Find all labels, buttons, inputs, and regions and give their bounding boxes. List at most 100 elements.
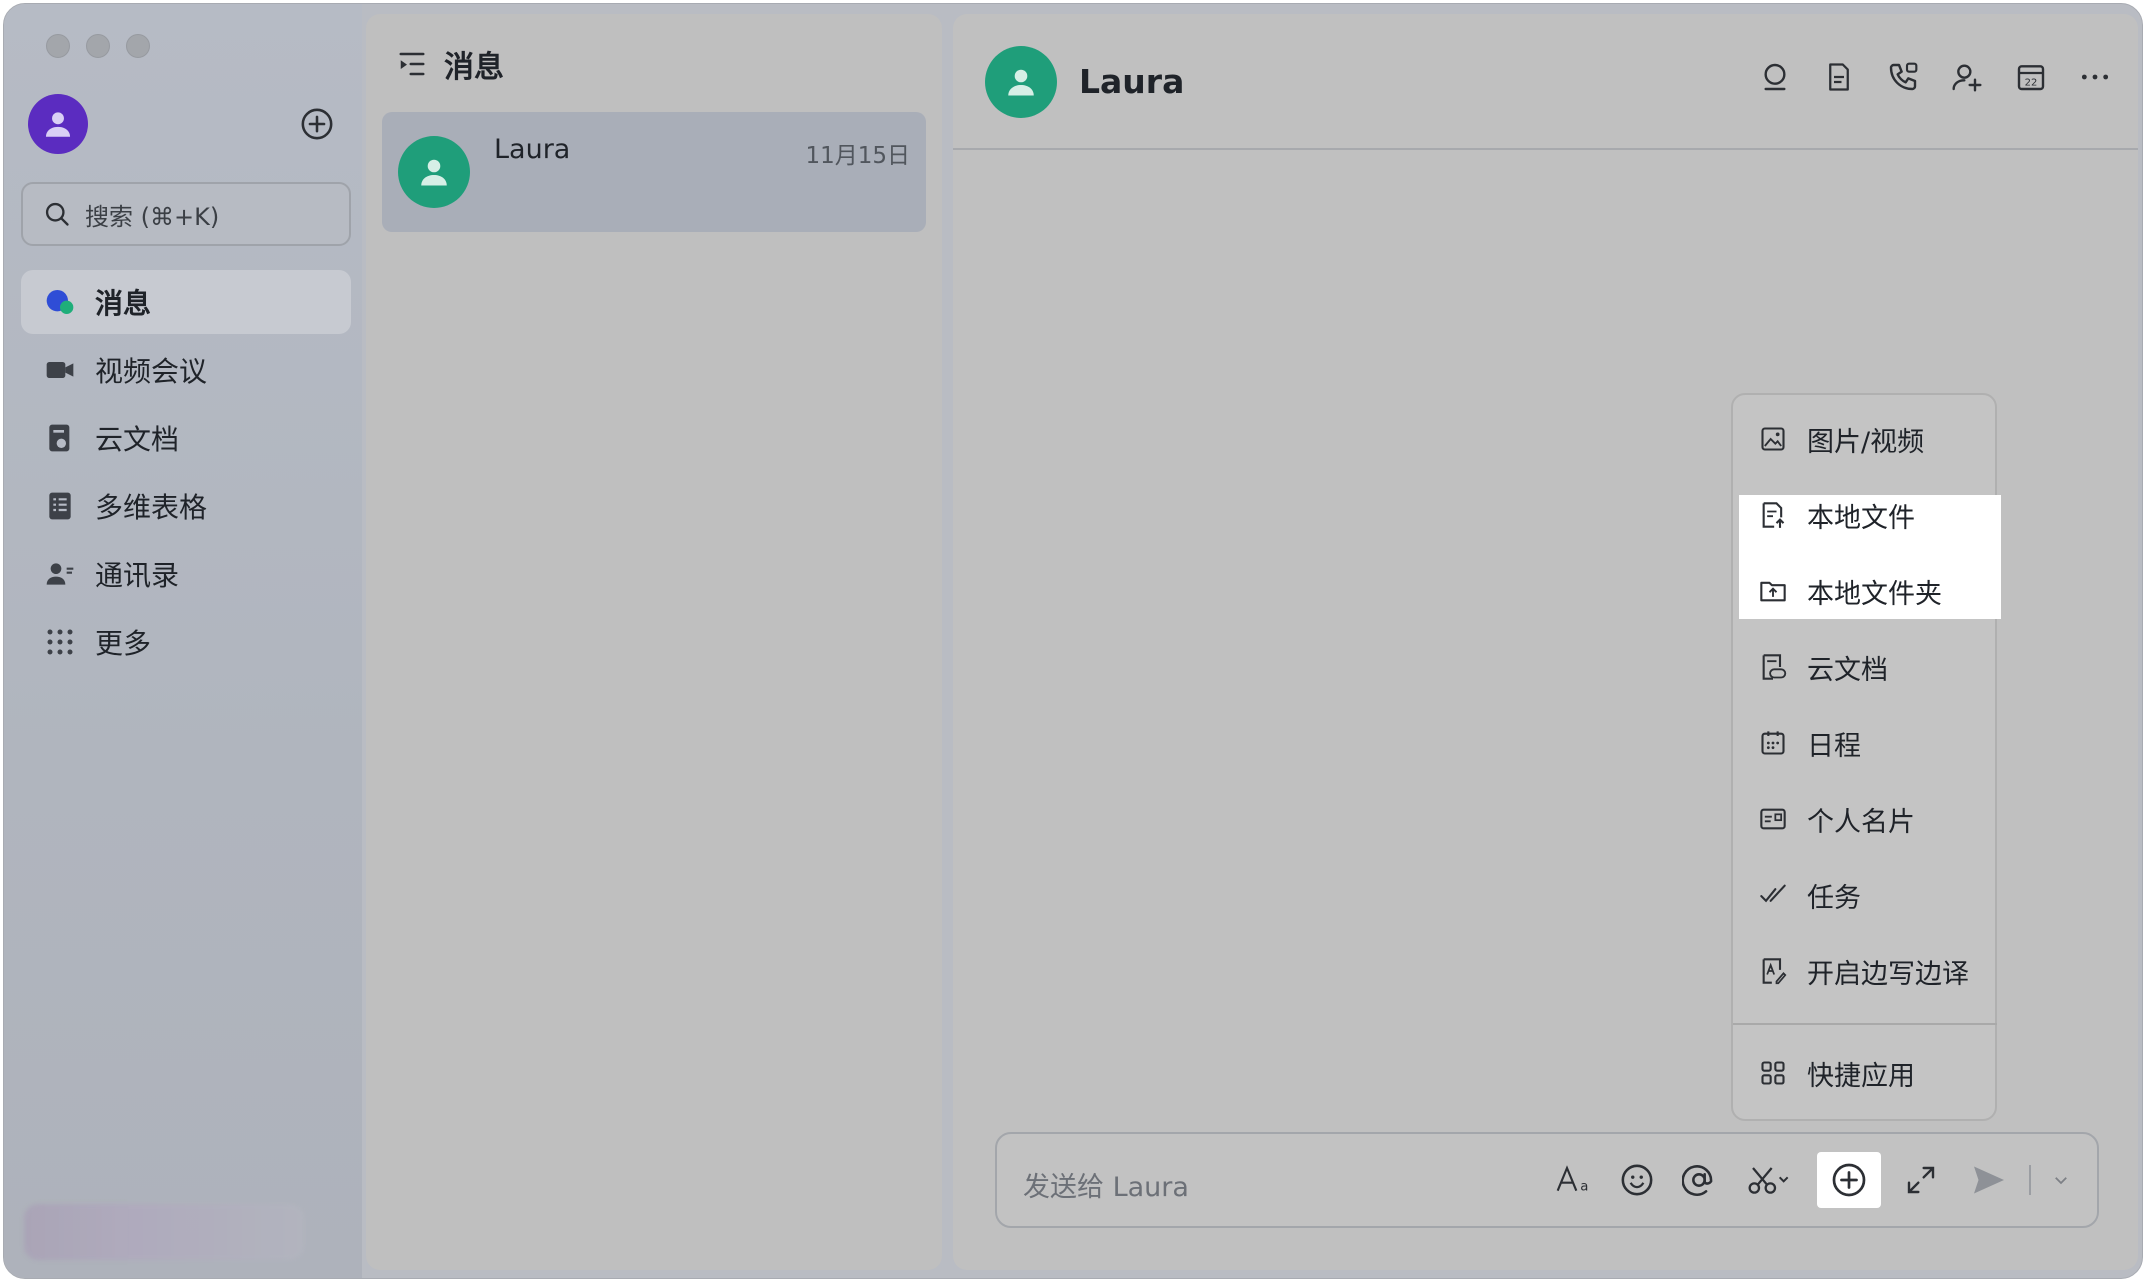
apps-grid-icon: [1757, 1057, 1789, 1089]
menu-item-label: 任务: [1807, 882, 1861, 914]
page-title: 消息: [444, 50, 504, 85]
add-member-button[interactable]: [1948, 58, 1986, 96]
create-new-button[interactable]: [300, 107, 334, 141]
sidebar-item-label: 更多: [95, 627, 152, 660]
calendar-icon: [1757, 727, 1789, 759]
conversation-date: 11月15日: [805, 143, 910, 169]
app-window: 搜索 (⌘+K) 消息 视频会议 云文档 多维表格 通讯录 更多 消息 Laur…: [3, 3, 2143, 1279]
menu-item-label: 开启边写边译: [1807, 958, 1969, 990]
chat-title: Laura: [1079, 62, 1185, 101]
sidebar-item-label: 消息: [95, 287, 152, 320]
grid-dots-icon: [43, 625, 77, 659]
task-check-icon: [1757, 879, 1789, 911]
sidebar-item-more[interactable]: 更多: [21, 610, 351, 674]
image-icon: [1757, 423, 1789, 455]
blurred-profile-area: [24, 1204, 304, 1260]
mention-icon: [1682, 1165, 1713, 1196]
message-composer[interactable]: 发送给 Laura a: [995, 1132, 2099, 1228]
chat-docs-button[interactable]: [1820, 58, 1858, 96]
minimize-window-button[interactable]: [86, 34, 110, 58]
menu-item-label: 云文档: [1807, 654, 1888, 686]
sidebar-item-bitable[interactable]: 多维表格: [21, 474, 351, 538]
zoom-window-button[interactable]: [126, 34, 150, 58]
calendar-button[interactable]: 22: [2012, 58, 2050, 96]
menu-item-label: 图片/视频: [1807, 426, 1925, 458]
translate-icon: [1757, 955, 1789, 987]
svg-text:a: a: [1580, 1180, 1588, 1195]
collapse-list-icon[interactable]: [396, 49, 428, 79]
chat-header-toolbar: 22: [1756, 58, 2114, 96]
calendar-icon: 22: [2017, 65, 2045, 91]
menu-item-local-file[interactable]: 本地文件: [1733, 485, 1997, 545]
send-divider: [2029, 1165, 2031, 1195]
search-placeholder: 搜索 (⌘+K): [85, 202, 220, 231]
message-icon: [43, 285, 77, 319]
send-button[interactable]: [1961, 1152, 2017, 1208]
add-circle-icon: [301, 108, 333, 140]
person-icon: [421, 159, 447, 186]
more-button[interactable]: [2076, 58, 2114, 96]
menu-item-translate[interactable]: 开启边写边译: [1733, 941, 1997, 1001]
emoji-button[interactable]: [1615, 1152, 1659, 1208]
menu-item-local-folder[interactable]: 本地文件夹: [1733, 561, 1997, 621]
menu-item-label: 个人名片: [1807, 806, 1915, 838]
my-avatar[interactable]: [28, 94, 88, 154]
sidebar-item-label: 通讯录: [95, 559, 180, 592]
contacts-icon: [43, 557, 77, 591]
search-icon: [45, 202, 69, 226]
menu-item-label: 快捷应用: [1807, 1060, 1915, 1092]
sidebar: 搜索 (⌘+K) 消息 视频会议 云文档 多维表格 通讯录 更多: [4, 4, 362, 1278]
contact-card-icon: [1757, 803, 1789, 835]
menu-item-quick-apps[interactable]: 快捷应用: [1733, 1043, 1997, 1103]
cloud-doc-icon: [43, 421, 77, 455]
menu-item-cloud-doc[interactable]: 云文档: [1733, 637, 1997, 697]
svg-text:22: 22: [2025, 78, 2038, 89]
expand-icon: [1907, 1166, 1935, 1194]
attachment-menu: 图片/视频 本地文件 本地文件夹 云文档 日程 个人名片 任务 开启边写边译 快…: [1731, 393, 2001, 1121]
menu-item-label: 本地文件夹: [1807, 578, 1942, 610]
sidebar-item-label: 多维表格: [95, 491, 208, 524]
conversation-name: Laura: [494, 134, 571, 165]
add-member-icon: [1952, 64, 1982, 92]
format-text-button[interactable]: a: [1553, 1152, 1597, 1208]
menu-item-image-video[interactable]: 图片/视频: [1733, 409, 1997, 469]
search-input[interactable]: 搜索 (⌘+K): [21, 182, 351, 246]
scissors-icon: [1748, 1167, 1789, 1194]
send-options-button[interactable]: [2049, 1152, 2073, 1208]
window-controls: [46, 34, 150, 58]
conversation-list: 消息 Laura 11月15日: [366, 14, 942, 1270]
sidebar-item-messages[interactable]: 消息: [21, 270, 351, 334]
menu-item-task[interactable]: 任务: [1733, 865, 1997, 925]
menu-item-contact-card[interactable]: 个人名片: [1733, 789, 1997, 849]
sidebar-nav: 消息 视频会议 云文档 多维表格 通讯录 更多: [21, 270, 351, 678]
sidebar-item-cloud-docs[interactable]: 云文档: [21, 406, 351, 470]
person-icon: [1008, 69, 1034, 96]
sidebar-item-video-meeting[interactable]: 视频会议: [21, 338, 351, 402]
sidebar-item-label: 云文档: [95, 423, 180, 456]
mention-button[interactable]: [1677, 1152, 1721, 1208]
video-camera-icon: [43, 353, 77, 387]
avatar[interactable]: [985, 46, 1057, 118]
add-circle-icon: [1832, 1163, 1866, 1197]
file-upload-icon: [1757, 499, 1789, 531]
message-input-placeholder[interactable]: 发送给 Laura: [1023, 1165, 1189, 1204]
emoji-icon: [1621, 1164, 1653, 1196]
search-chat-button[interactable]: [1756, 58, 1794, 96]
search-icon: [1764, 63, 1786, 91]
composer-toolbar: a: [1553, 1152, 2073, 1208]
menu-item-schedule[interactable]: 日程: [1733, 713, 1997, 773]
send-icon: [1974, 1166, 2004, 1194]
sidebar-item-label: 视频会议: [95, 355, 208, 388]
add-attachment-button[interactable]: [1817, 1152, 1881, 1208]
conversation-item[interactable]: Laura 11月15日: [382, 112, 926, 232]
sidebar-item-contacts[interactable]: 通讯录: [21, 542, 351, 606]
chevron-down-icon: [2055, 1177, 2067, 1185]
close-window-button[interactable]: [46, 34, 70, 58]
avatar: [398, 136, 470, 208]
person-icon: [45, 112, 71, 137]
screenshot-button[interactable]: [1739, 1152, 1799, 1208]
call-button[interactable]: [1884, 58, 1922, 96]
document-icon: [1829, 63, 1849, 91]
cloud-doc-icon: [1757, 651, 1789, 683]
expand-editor-button[interactable]: [1899, 1152, 1943, 1208]
